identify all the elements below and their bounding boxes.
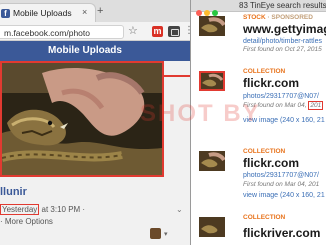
result-site-link[interactable]: flickr.com [243, 156, 299, 170]
tab-bar: f Mobile Uploads × + [0, 0, 190, 22]
result-site-link[interactable]: www.gettyimages.com [243, 22, 326, 36]
result-thumbnail[interactable] [199, 71, 225, 91]
search-result: COLLECTION flickriver.com [191, 214, 326, 245]
post-author-link[interactable]: llunir [0, 186, 27, 198]
extension-icon[interactable] [168, 26, 180, 37]
result-site-link[interactable]: flickr.com [243, 76, 299, 90]
address-bar[interactable]: m.facebook.com/photo [0, 25, 124, 39]
tab-mobile-uploads[interactable]: f Mobile Uploads × [0, 3, 96, 22]
extension-m-icon[interactable]: m [152, 26, 163, 37]
result-thumbnail-image [199, 151, 225, 171]
watermark-text: SHOT BY [140, 100, 261, 127]
avatar[interactable] [150, 228, 161, 239]
post-timestamp: Yesterday at 3:10 PM · [0, 204, 86, 215]
new-tab-icon[interactable]: + [97, 6, 103, 17]
result-thumbnail-image [201, 73, 223, 89]
result-kind: COLLECTION [243, 214, 286, 221]
result-page-link[interactable]: photos/29317707@N07/ [243, 172, 319, 179]
chevron-down-icon[interactable]: ⌄ [176, 205, 183, 214]
bookmark-star-icon[interactable]: ☆ [128, 24, 138, 37]
url-text: m.facebook.com/photo [4, 28, 90, 38]
result-kind: COLLECTION [243, 148, 286, 155]
result-site-link[interactable]: flickriver.com [243, 226, 320, 240]
window-title: 83 TinEye search results [239, 1, 326, 10]
result-page-link[interactable]: detail/photo/timber-rattles [243, 38, 322, 45]
search-result: STOCK · SPONSORED www.gettyimages.com de… [191, 14, 326, 60]
result-thumbnail[interactable] [199, 16, 225, 36]
page-title: Mobile Uploads [48, 45, 122, 56]
close-tab-icon[interactable]: × [82, 7, 87, 17]
result-page-link[interactable]: photos/29317707@N07/ [243, 93, 319, 100]
result-thumbnail[interactable] [199, 217, 225, 237]
search-result: COLLECTION flickr.com photos/29317707@N0… [191, 148, 326, 214]
dropdown-caret-icon[interactable]: ▾ [164, 230, 168, 238]
result-first-found: First found on Mar 04, 201 [243, 181, 320, 188]
post-time-rest: at 3:10 PM · [39, 205, 86, 214]
result-kind: COLLECTION [243, 68, 286, 75]
facebook-header: Mobile Uploads [0, 41, 190, 61]
window-titlebar: 83 TinEye search results [191, 0, 326, 16]
result-kind: STOCK · SPONSORED [243, 14, 313, 21]
result-thumbnail[interactable] [199, 151, 225, 171]
result-thumbnail-image [199, 16, 225, 36]
facebook-favicon-icon: f [1, 9, 10, 18]
post-time-day[interactable]: Yesterday [0, 204, 40, 215]
tab-title: Mobile Uploads [13, 8, 72, 18]
more-options-link[interactable]: · More Options [0, 217, 53, 226]
screenshot-stage: f Mobile Uploads × + m.facebook.com/phot… [0, 0, 326, 245]
snake-hand-photo [2, 63, 162, 175]
result-thumbnail-image [199, 217, 225, 237]
result-first-found: First found on Oct 27, 2015 [243, 46, 322, 53]
view-image-link[interactable]: view image (240 x 160, 21 [243, 192, 325, 199]
